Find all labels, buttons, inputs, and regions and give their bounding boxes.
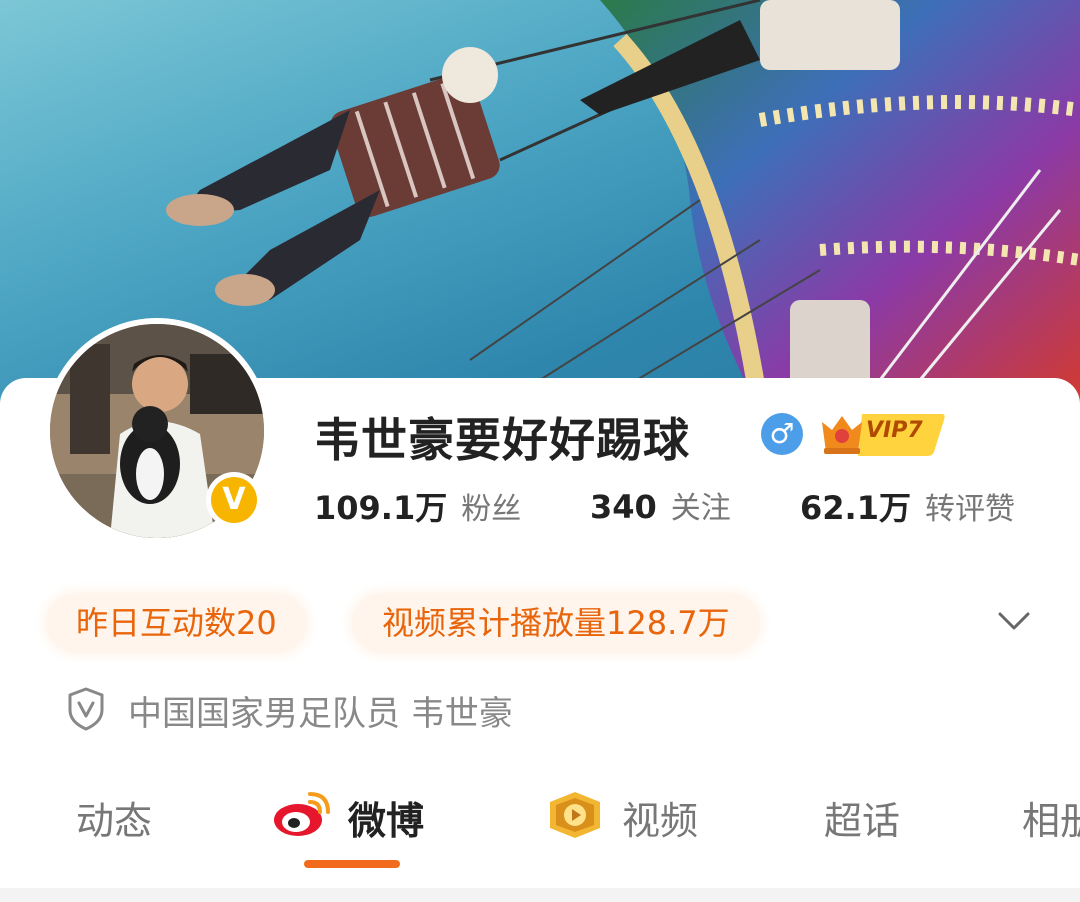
video-play-icon: [550, 792, 600, 838]
vip-level: VIP7: [866, 418, 923, 443]
active-tab-indicator: [304, 860, 400, 868]
chevron-down-icon[interactable]: [996, 606, 1032, 636]
tab-feed[interactable]: 动态: [76, 790, 152, 845]
stat-value: 340: [590, 488, 657, 526]
stat-followers[interactable]: 109.1万 粉丝: [314, 483, 521, 529]
stat-label: 转评赞: [924, 492, 1015, 527]
tab-album[interactable]: 相册: [1022, 790, 1080, 845]
shield-v-icon: [68, 687, 104, 731]
stat-value: 109.1万: [314, 489, 448, 527]
stat-reposts-comments-likes[interactable]: 62.1万 转评赞: [800, 483, 1015, 529]
tab-weibo[interactable]: 微博: [348, 790, 424, 845]
stat-value: 62.1万: [800, 489, 911, 527]
stat-label: 关注: [670, 491, 731, 526]
verified-badge: V: [206, 472, 262, 528]
tab-super-topic[interactable]: 超话: [824, 790, 900, 845]
interactions-chip[interactable]: 昨日互动数20: [46, 593, 307, 653]
weibo-logo-icon: [274, 792, 330, 836]
verified-v-icon: V: [211, 477, 257, 523]
tab-video[interactable]: 视频: [622, 790, 698, 845]
male-icon: ♂: [761, 413, 803, 455]
verification-text: 中国国家男足队员 韦世豪: [128, 694, 513, 734]
divider: [0, 888, 1080, 902]
video-plays-chip[interactable]: 视频累计播放量128.7万: [352, 593, 760, 653]
stat-label: 粉丝: [461, 492, 522, 527]
stat-following[interactable]: 340 关注: [590, 483, 731, 527]
username: 韦世豪要好好踢球: [314, 413, 690, 467]
